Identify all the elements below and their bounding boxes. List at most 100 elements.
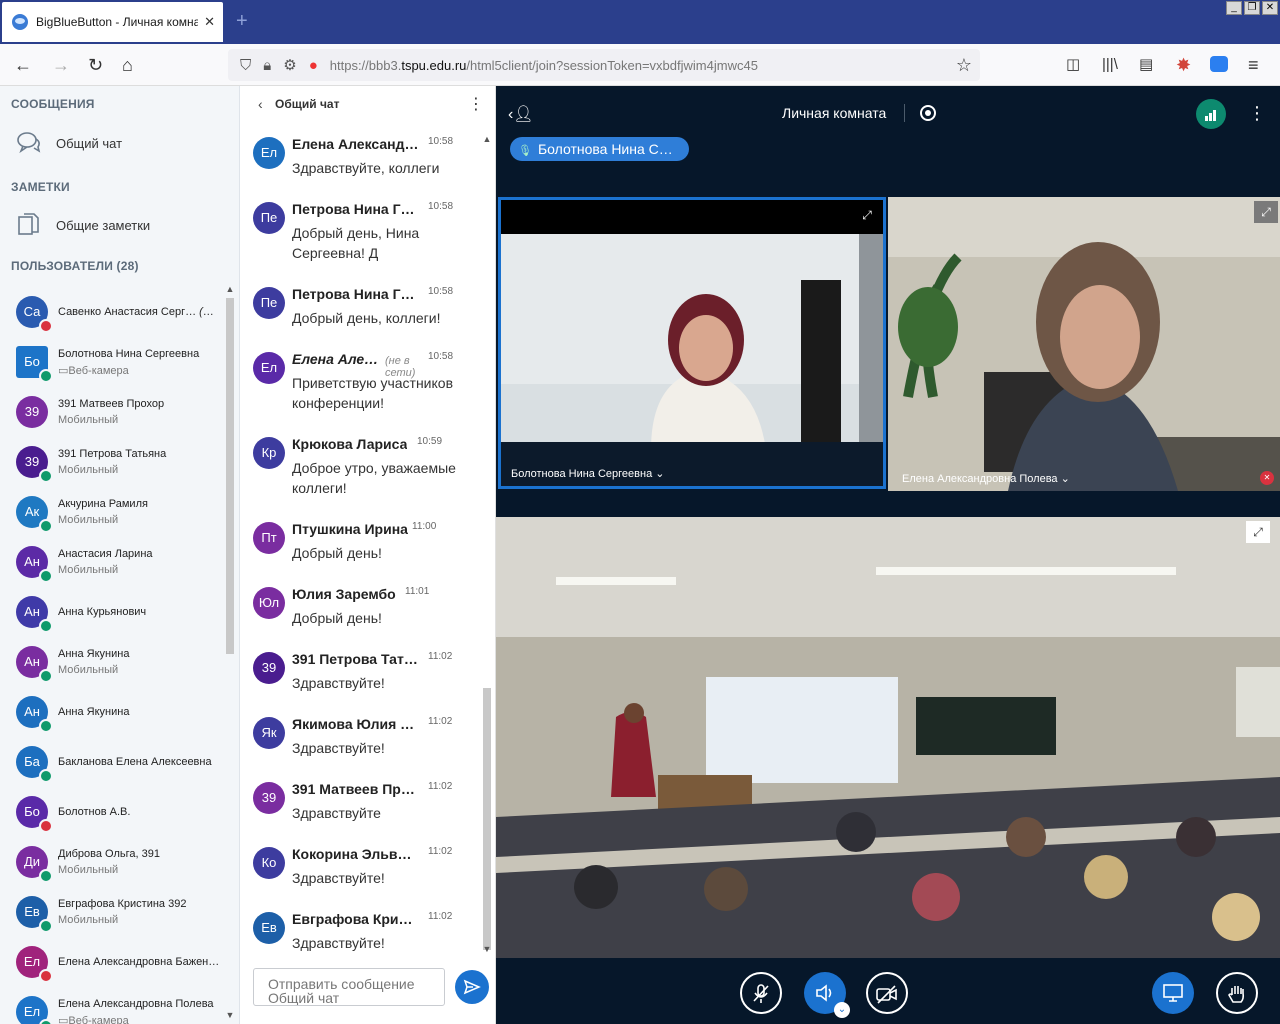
user-avatar: 39 <box>16 446 53 483</box>
chat-scroll-up-icon[interactable]: ▲ <box>480 134 494 144</box>
chat-scrollbar[interactable]: ▲ ▼ <box>480 134 494 954</box>
user-list-item[interactable]: Бо Болотнов А.В. <box>0 789 224 839</box>
user-device-label: Мобильный <box>58 414 119 426</box>
send-message-button[interactable] <box>455 970 489 1004</box>
user-name: Анна Якунина <box>58 706 220 718</box>
bookmark-star-icon[interactable]: ☆ <box>956 55 972 76</box>
user-list-item[interactable]: Ан Анна Курьянович <box>0 589 224 639</box>
url-prefix: https://bbb3. <box>329 57 402 73</box>
home-icon[interactable]: ⌂ <box>122 55 133 75</box>
user-list-item[interactable]: Ак Акчурина Рамиля Мобильный <box>0 489 224 539</box>
chat-scrollbar-thumb[interactable] <box>483 688 491 950</box>
zoom-extension-icon[interactable] <box>1210 56 1228 72</box>
user-list-item[interactable]: Ан Анна Якунина <box>0 689 224 739</box>
extension-icon[interactable]: ✸ <box>1176 55 1191 75</box>
user-avatar: Бо <box>16 796 53 833</box>
notes-section-title: ЗАМЕТКИ <box>11 180 70 194</box>
mute-microphone-button[interactable] <box>740 972 782 1014</box>
raise-hand-button[interactable] <box>1216 972 1258 1014</box>
new-tab-button[interactable]: + <box>236 10 248 33</box>
sidebar-toggle-icon[interactable]: ▤ <box>1139 55 1153 75</box>
audio-status-icon <box>39 669 53 683</box>
recording-indicator-icon[interactable] <box>920 105 936 121</box>
user-avatar: Ан <box>16 546 53 583</box>
audio-status-icon <box>39 869 53 883</box>
webcam-video-2[interactable]: ⤢ Елена Александровна Полева ⌄ ✕ <box>888 197 1280 491</box>
scroll-up-arrow-icon[interactable]: ▲ <box>224 284 236 294</box>
public-chat-link[interactable]: Общий чат <box>16 130 122 156</box>
fullscreen-icon[interactable]: ⤢ <box>855 204 879 226</box>
microphone-permission-icon[interactable]: ● <box>309 57 318 74</box>
user-list-item[interactable]: 39 391 Петрова Татьяна Мобильный <box>0 439 224 489</box>
webcam-video-1[interactable]: ⤢ Болотнова Нина Сергеевна ⌄ <box>498 197 886 489</box>
user-list-item[interactable]: Бо Болотнова Нина Сергеевна ▭Веб-камера <box>0 339 224 389</box>
talking-user-name: Болотнова Нина С… <box>537 141 673 157</box>
chat-back-chevron-icon[interactable]: ‹ <box>258 96 263 112</box>
presentation-button[interactable] <box>1152 972 1194 1014</box>
permissions-icon[interactable]: ⚙ <box>283 56 296 74</box>
browser-tab-bar: BigBlueButton - Личная комната - ✕ + _ ❐… <box>0 0 1280 44</box>
user-list-item[interactable]: Ба Бакланова Елена Алексеевна <box>0 739 224 789</box>
fullscreen-icon[interactable]: ⤢ <box>1254 201 1278 223</box>
user-list-item[interactable]: 39 391 Матвеев Прохор Мобильный <box>0 389 224 439</box>
minimize-window-button[interactable]: _ <box>1226 1 1242 15</box>
webcam-1-label[interactable]: Болотнова Нина Сергеевна ⌄ <box>511 467 664 480</box>
back-arrow-icon[interactable]: ← <box>14 55 32 75</box>
fullscreen-icon[interactable]: ⤢ <box>1246 521 1270 543</box>
scrollbar-thumb[interactable] <box>226 298 234 654</box>
audio-status-icon <box>39 519 53 533</box>
user-list-item[interactable]: Са Савенко Анастасия Серг… (Вы) <box>0 289 224 339</box>
message-text: Здравствуйте! <box>292 870 385 886</box>
forward-arrow-icon[interactable]: → <box>52 55 70 75</box>
message-sender: Евграфова Кри… <box>292 911 413 927</box>
user-avatar: Са <box>16 296 53 333</box>
library-icon[interactable]: |||\ <box>1102 55 1118 75</box>
user-device-label: ▭Веб-камера <box>58 1015 129 1024</box>
user-list-item[interactable]: Ди Диброва Ольга, 391 Мобильный <box>0 839 224 889</box>
user-device-label: Мобильный <box>58 514 119 526</box>
toggle-userlist-icon[interactable]: ‹👤︎ <box>508 104 534 124</box>
close-window-button[interactable]: ✕ <box>1262 1 1278 15</box>
message-text: Приветствую участников конференции! <box>292 375 454 411</box>
scroll-down-arrow-icon[interactable]: ▼ <box>224 1010 236 1020</box>
chat-title[interactable]: Общий чат <box>275 97 339 111</box>
chat-message-input[interactable]: Отправить сообщение Общий чат <box>253 968 445 1006</box>
chat-options-icon[interactable]: ⋮ <box>468 94 484 114</box>
user-name-text: Савенко Анастасия Серг… <box>58 306 197 318</box>
webcam-2-label[interactable]: Елена Александровна Полева ⌄ <box>902 472 1070 485</box>
address-bar[interactable]: ⛉ 🔒︎ ⚙ ● https://bbb3.tspu.edu.ru/html5c… <box>228 49 980 81</box>
chat-message: Ел Елена Александ… 10:58 Здравствуйте, колл… <box>240 134 476 194</box>
lock-icon[interactable]: 🔒︎ <box>263 57 271 74</box>
menu-icon[interactable]: ≡ <box>1248 55 1259 75</box>
user-list-item[interactable]: Ан Анастасия Ларина Мобильный <box>0 539 224 589</box>
audio-settings-button[interactable]: ⌄ <box>804 972 850 1018</box>
chat-scroll-down-icon[interactable]: ▼ <box>480 944 494 954</box>
reload-icon[interactable]: ↻ <box>88 55 103 75</box>
audio-status-icon <box>39 619 53 633</box>
audio-status-icon <box>39 769 53 783</box>
presentation-video[interactable]: ⤢ <box>496 517 1280 958</box>
browser-tab[interactable]: BigBlueButton - Личная комната - ✕ <box>2 2 223 42</box>
message-avatar: 39 <box>253 652 285 684</box>
tracking-shield-icon[interactable]: ⛉ <box>240 57 251 74</box>
pocket-icon[interactable]: ◫ <box>1066 55 1080 75</box>
url-text[interactable]: https://bbb3.tspu.edu.ru/html5client/joi… <box>330 58 758 73</box>
user-list-scrollbar[interactable]: ▲ ▼ <box>224 284 236 1020</box>
message-avatar: Ел <box>253 352 285 384</box>
audio-status-icon <box>39 719 53 733</box>
options-menu-icon[interactable]: ⋮ <box>1248 103 1266 124</box>
user-list-item[interactable]: Ан Анна Якунина Мобильный <box>0 639 224 689</box>
shared-notes-link[interactable]: Общие заметки <box>16 212 150 238</box>
chevron-down-icon[interactable]: ⌄ <box>834 1002 850 1018</box>
muted-status-icon <box>39 319 53 333</box>
message-avatar: Пт <box>253 522 285 554</box>
tab-close-icon[interactable]: ✕ <box>204 14 215 30</box>
user-list-item[interactable]: Ел Елена Александровна Полева ▭Веб-камера <box>0 989 224 1024</box>
user-list-item[interactable]: Ев Евграфова Кристина 392 Мобильный <box>0 889 224 939</box>
user-name-text: Елена Александровна Полева <box>58 998 214 1010</box>
talking-indicator[interactable]: 🎙︎ Болотнова Нина С… <box>510 137 689 161</box>
connection-status-button[interactable] <box>1196 99 1226 129</box>
restore-window-button[interactable]: ❐ <box>1244 1 1260 15</box>
share-webcam-button[interactable] <box>866 972 908 1014</box>
user-list-item[interactable]: Ел Елена Александровна Бажен… <box>0 939 224 989</box>
